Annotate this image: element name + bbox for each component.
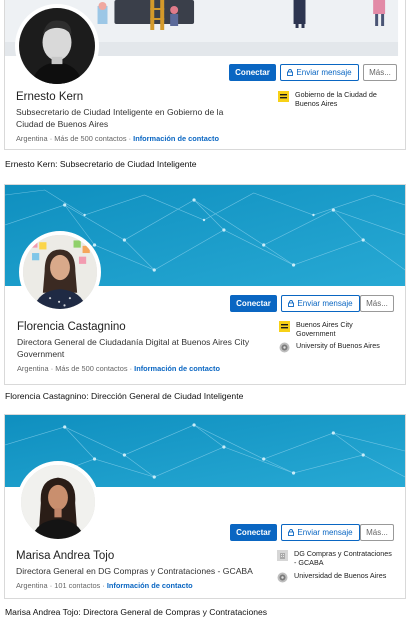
connect-button[interactable]: Conectar (230, 295, 277, 312)
location-text: Argentina (16, 581, 48, 590)
connections-count: 101 contactos (54, 581, 101, 590)
connect-button[interactable]: Conectar (229, 64, 276, 81)
profile-avatar (19, 231, 101, 313)
profile-caption: Ernesto Kern: Subsecretario de Ciudad In… (5, 159, 197, 169)
org-education[interactable]: University of Buenos Aires (279, 341, 394, 353)
profile-headline: Directora General en DG Compras y Contra… (16, 566, 253, 576)
profile-meta: Argentina · Más de 500 contactos · Infor… (17, 364, 220, 373)
profile-name: Marisa Andrea Tojo (16, 550, 115, 562)
profile-avatar (15, 4, 99, 88)
profile-card-3: Conectar Enviar mensaje Más... Marisa An… (4, 414, 406, 599)
profile-meta: Argentina · 101 contactos · Información … (16, 581, 193, 590)
org-current-company[interactable]: Gobierno de la Ciudad de Buenos Aires (278, 90, 388, 108)
more-button[interactable]: Más... (363, 64, 397, 81)
location-text: Argentina (17, 364, 49, 373)
profile-caption: Marisa Andrea Tojo: Directora General de… (5, 607, 268, 617)
more-button[interactable]: Más... (360, 524, 394, 541)
profile-meta: Argentina · Más de 500 contactos · Infor… (16, 134, 219, 143)
connections-count: Más de 500 contactos (55, 364, 128, 373)
org-current-company[interactable]: DG Compras y Contrataciones - GCABA (277, 549, 395, 567)
company-placeholder-icon (277, 550, 288, 561)
profile-headline: Directora General de Ciudadanía Digital … (17, 337, 250, 359)
lock-icon (287, 69, 294, 77)
university-logo-icon (279, 342, 290, 353)
university-logo-icon (277, 572, 288, 583)
profile-avatar (17, 461, 99, 543)
profile-card-1: Conectar Enviar mensaje Más... Ernesto K… (4, 0, 406, 150)
location-text: Argentina (16, 134, 48, 143)
contact-info-link[interactable]: Información de contacto (107, 581, 193, 590)
connect-button[interactable]: Conectar (230, 524, 277, 541)
org-current-company[interactable]: Buenos Aires City Government (279, 320, 394, 338)
ba-city-logo-icon (278, 91, 289, 102)
profile-caption: Florencia Castagnino: Dirección General … (5, 391, 244, 401)
connections-count: Más de 500 contactos (54, 134, 127, 143)
profile-card-2: Conectar Enviar mensaje Más... Florencia… (4, 184, 406, 385)
more-button[interactable]: Más... (360, 295, 394, 312)
send-message-button[interactable]: Enviar mensaje (281, 524, 360, 541)
profile-name: Florencia Castagnino (17, 321, 126, 333)
send-message-button[interactable]: Enviar mensaje (281, 295, 360, 312)
profile-headline: Subsecretario de Ciudad Inteligente en G… (16, 107, 224, 129)
lock-icon (288, 529, 295, 537)
org-education[interactable]: Universidad de Buenos Aires (277, 571, 395, 583)
ba-city-logo-icon (279, 321, 290, 332)
lock-icon (288, 300, 295, 308)
contact-info-link[interactable]: Información de contacto (133, 134, 219, 143)
contact-info-link[interactable]: Información de contacto (134, 364, 220, 373)
profile-name: Ernesto Kern (16, 91, 84, 103)
send-message-button[interactable]: Enviar mensaje (280, 64, 359, 81)
